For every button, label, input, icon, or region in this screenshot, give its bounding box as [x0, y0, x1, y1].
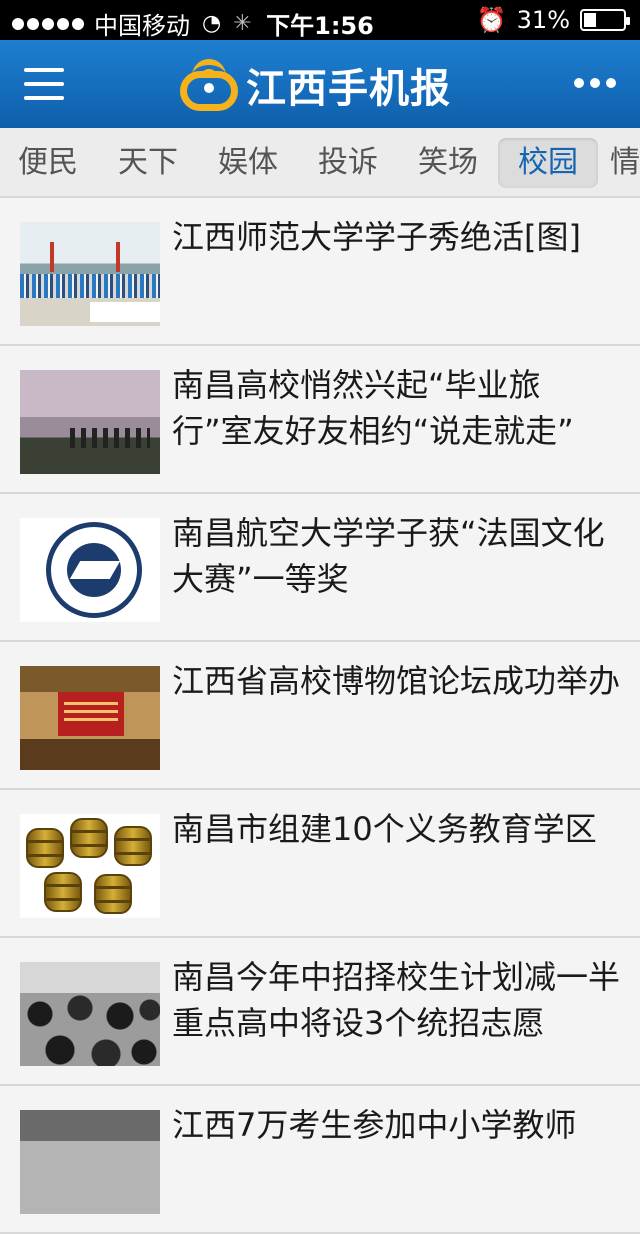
article-thumbnail	[20, 814, 160, 918]
alarm-icon: ⏰	[476, 6, 507, 34]
article-thumbnail	[20, 1110, 160, 1214]
tab-yuti[interactable]: 娱体	[208, 138, 288, 188]
status-bar: 中国移动 ◔ ✳ 下午1:56 ⏰ 31%	[0, 0, 640, 40]
battery-icon	[580, 9, 630, 31]
battery-fill	[584, 13, 596, 27]
article-thumbnail	[20, 962, 160, 1066]
list-item[interactable]: 江西7万考生参加中小学教师	[0, 1086, 640, 1234]
article-thumbnail	[20, 222, 160, 326]
article-title: 南昌市组建10个义务教育学区	[172, 810, 597, 848]
logo-icon	[176, 57, 242, 113]
status-right: ⏰ 31%	[476, 6, 630, 34]
nav-bar: 江西手机报	[0, 40, 640, 128]
article-title: 江西师范大学学子秀绝活[图]	[172, 218, 581, 256]
app-logo: 江西手机报	[176, 56, 451, 114]
article-title: 南昌高校悄然兴起“毕业旅行”室友好友相约“说走就走”	[172, 366, 574, 450]
list-item[interactable]: 江西省高校博物馆论坛成功举办	[0, 642, 640, 790]
article-thumbnail	[20, 370, 160, 474]
article-list: 江西师范大学学子秀绝活[图] 南昌高校悄然兴起“毕业旅行”室友好友相约“说走就走…	[0, 198, 640, 1234]
menu-icon[interactable]	[24, 68, 64, 100]
category-tabs: 便民 天下 娱体 投诉 笑场 校园 情	[0, 128, 640, 198]
list-item[interactable]: 南昌航空大学学子获“法国文化大赛”一等奖	[0, 494, 640, 642]
tab-tousu[interactable]: 投诉	[308, 138, 388, 188]
tab-xiaoyuan[interactable]: 校园	[498, 138, 598, 188]
article-thumbnail	[20, 518, 160, 622]
tab-qing[interactable]: 情	[610, 138, 640, 188]
article-title: 江西省高校博物馆论坛成功举办	[172, 662, 621, 700]
article-title: 南昌今年中招择校生计划减一半 重点高中将设3个统招志愿	[172, 958, 621, 1042]
tab-bianmin[interactable]: 便民	[8, 138, 88, 188]
tab-tianxia[interactable]: 天下	[108, 138, 188, 188]
battery-percent: 31%	[516, 6, 570, 34]
list-item[interactable]: 南昌高校悄然兴起“毕业旅行”室友好友相约“说走就走”	[0, 346, 640, 494]
list-item[interactable]: 南昌今年中招择校生计划减一半 重点高中将设3个统招志愿	[0, 938, 640, 1086]
article-title: 南昌航空大学学子获“法国文化大赛”一等奖	[172, 514, 605, 598]
list-item[interactable]: 江西师范大学学子秀绝活[图]	[0, 198, 640, 346]
tab-xiaochang[interactable]: 笑场	[408, 138, 488, 188]
logo-text: 江西手机报	[246, 66, 451, 112]
list-item[interactable]: 南昌市组建10个义务教育学区	[0, 790, 640, 938]
article-thumbnail	[20, 666, 160, 770]
article-title: 江西7万考生参加中小学教师	[172, 1106, 577, 1144]
more-icon[interactable]	[574, 78, 616, 88]
